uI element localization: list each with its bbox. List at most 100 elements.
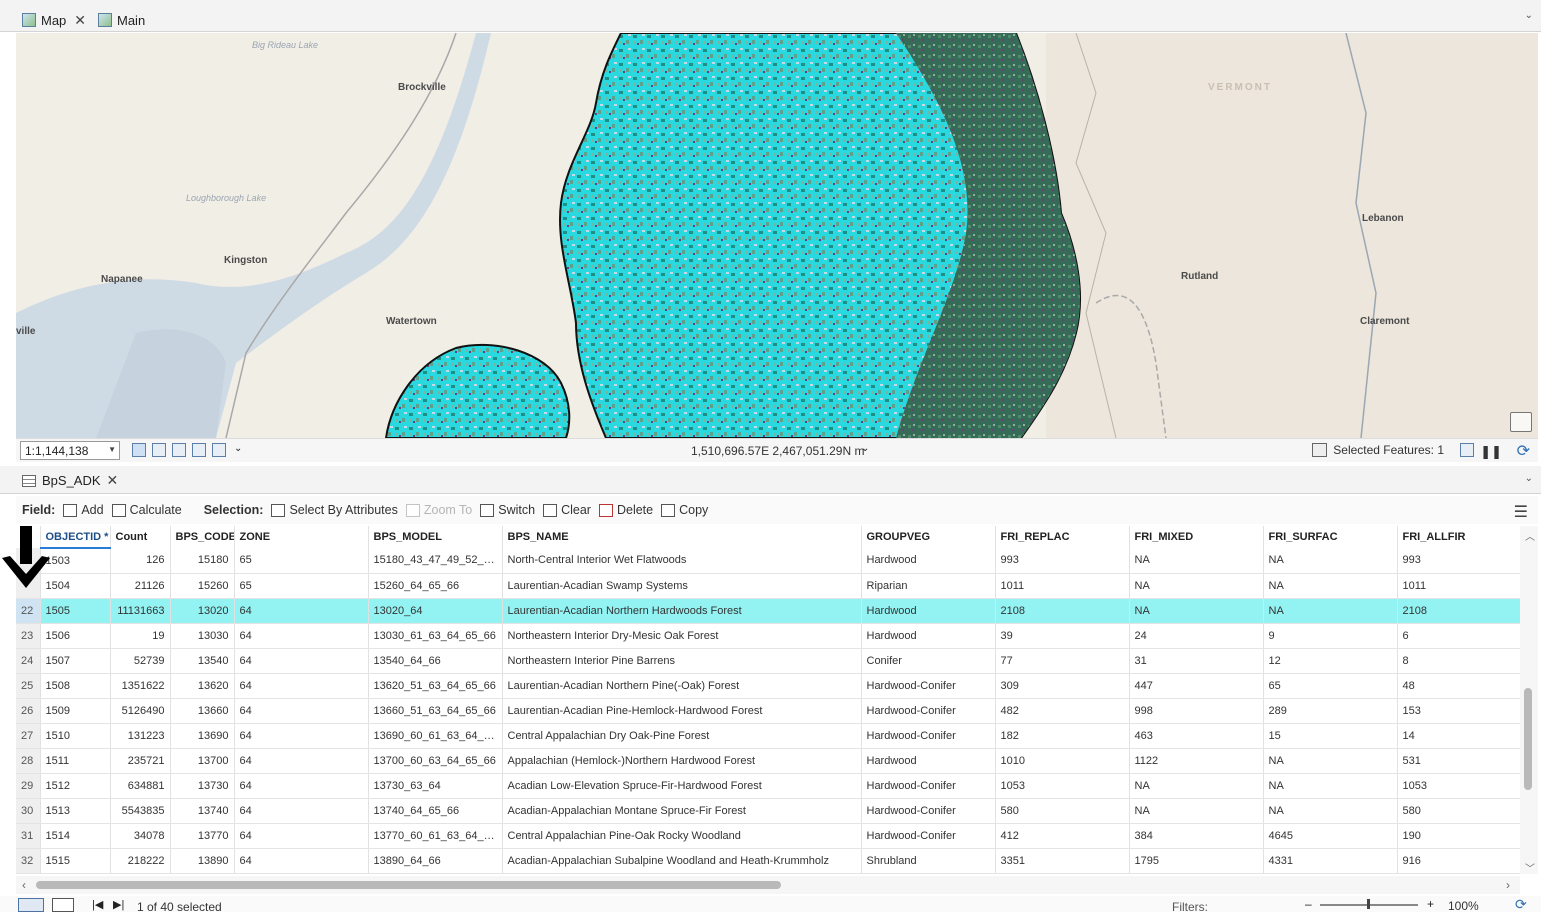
cell-fri-replac[interactable]: 1053 <box>995 773 1130 799</box>
scroll-left-icon[interactable]: ‹ <box>22 878 26 892</box>
cell-fri-allfir[interactable]: 531 <box>1397 748 1520 774</box>
cell-bps-name[interactable]: Laurentian-Acadian Northern Hardwoods Fo… <box>502 598 862 624</box>
cell-fri-allfir[interactable]: 580 <box>1397 798 1520 824</box>
row-number[interactable]: 23 <box>16 623 41 649</box>
show-all-records-icon[interactable] <box>18 898 44 912</box>
snapping-icon[interactable] <box>172 443 186 457</box>
cell-zone[interactable]: 64 <box>234 673 369 699</box>
cell-bps-model[interactable]: 13020_64 <box>368 598 503 624</box>
scroll-right-icon[interactable]: › <box>1506 878 1510 892</box>
horizontal-scroll-thumb[interactable] <box>36 881 781 889</box>
row-number[interactable]: 32 <box>16 848 41 874</box>
cell-groupveg[interactable]: Hardwood <box>861 623 996 649</box>
cell-groupveg[interactable]: Riparian <box>861 573 996 599</box>
cell-fri-surfac[interactable]: NA <box>1263 573 1398 599</box>
cell-zone[interactable]: 64 <box>234 698 369 724</box>
cell-fri-replac[interactable]: 412 <box>995 823 1130 849</box>
horizontal-scrollbar[interactable]: ‹ › <box>16 876 1520 894</box>
cell-objectid[interactable]: 1506 <box>40 623 111 649</box>
chevron-down-icon[interactable]: ⌄ <box>234 443 242 454</box>
cell-bps-code[interactable]: 13890 <box>170 848 235 874</box>
table-row[interactable]: 23 1506 19 13030 64 13030_61_63_64_65_66 North… <box>16 623 1520 649</box>
cell-bps-model[interactable]: 13030_61_63_64_65_66 <box>368 623 503 649</box>
cell-fri-allfir[interactable]: 993 <box>1397 548 1520 574</box>
cell-groupveg[interactable]: Shrubland <box>861 848 996 874</box>
cell-bps-name[interactable]: North-Central Interior Wet Flatwoods <box>502 548 862 574</box>
tab-bps-adk[interactable]: BpS_ADK ✕ <box>22 472 118 489</box>
cell-fri-replac[interactable]: 309 <box>995 673 1130 699</box>
column-header-bps-code[interactable]: BPS_CODE <box>170 526 235 548</box>
table-row[interactable]: 1504 21126 15260 65 15260_64_65_66 Laurentian… <box>16 573 1520 599</box>
cell-fri-mixed[interactable]: 1795 <box>1129 848 1264 874</box>
cell-count[interactable]: 218222 <box>110 848 171 874</box>
table-row[interactable]: 27 1510 131223 13690 64 13690_60_61_63_64_6..… <box>16 723 1520 749</box>
cell-objectid[interactable]: 1514 <box>40 823 111 849</box>
map-view[interactable]: Big Rideau Lake Loughborough Lake Brockv… <box>16 33 1538 438</box>
cell-bps-name[interactable]: Northeastern Interior Pine Barrens <box>502 648 862 674</box>
column-header-zone[interactable]: ZONE <box>234 526 369 548</box>
cell-bps-model[interactable]: 13540_64_66 <box>368 648 503 674</box>
cell-groupveg[interactable]: Hardwood-Conifer <box>861 823 996 849</box>
table-row[interactable]: 22 1505 11131663 13020 64 13020_64 Laurentian-… <box>16 598 1520 624</box>
cell-fri-replac[interactable]: 3351 <box>995 848 1130 874</box>
tab-map[interactable]: Map ✕ <box>22 9 86 31</box>
scale-selector[interactable]: 1:1,144,138 ▼ <box>20 441 120 460</box>
copy-button[interactable]: Copy <box>661 503 708 517</box>
tab-main[interactable]: Main <box>98 9 145 31</box>
cell-zone[interactable]: 64 <box>234 798 369 824</box>
cell-fri-allfir[interactable]: 14 <box>1397 723 1520 749</box>
cell-groupveg[interactable]: Hardwood-Conifer <box>861 698 996 724</box>
column-header-count[interactable]: Count <box>110 526 171 548</box>
cell-fri-surfac[interactable]: NA <box>1263 598 1398 624</box>
cell-fri-surfac[interactable]: 65 <box>1263 673 1398 699</box>
table-icon[interactable] <box>152 443 166 457</box>
scroll-up-icon[interactable]: ︿ <box>1525 528 1535 543</box>
row-number[interactable]: 24 <box>16 648 41 674</box>
cell-groupveg[interactable]: Hardwood-Conifer <box>861 798 996 824</box>
cell-fri-surfac[interactable]: NA <box>1263 773 1398 799</box>
cell-fri-surfac[interactable]: NA <box>1263 748 1398 774</box>
cell-objectid[interactable]: 1515 <box>40 848 111 874</box>
chevron-down-icon[interactable]: ⌄ <box>1525 473 1533 484</box>
delete-button[interactable]: Delete <box>598 503 653 517</box>
cell-fri-replac[interactable]: 1010 <box>995 748 1130 774</box>
zoom-out-icon[interactable]: – <box>1305 897 1312 911</box>
table-row[interactable]: 32 1515 218222 13890 64 13890_64_66 Acadian-Ap… <box>16 848 1520 874</box>
cell-bps-code[interactable]: 15260 <box>170 573 235 599</box>
cell-bps-model[interactable]: 15260_64_65_66 <box>368 573 503 599</box>
cell-bps-model[interactable]: 13690_60_61_63_64_6... <box>368 723 503 749</box>
grid-icon[interactable] <box>132 443 146 457</box>
cell-fri-surfac[interactable]: 15 <box>1263 723 1398 749</box>
north-arrow-icon[interactable] <box>212 443 226 457</box>
constraints-icon[interactable] <box>192 443 206 457</box>
cell-groupveg[interactable]: Hardwood <box>861 598 996 624</box>
cell-fri-surfac[interactable]: 289 <box>1263 698 1398 724</box>
cell-fri-surfac[interactable]: 9 <box>1263 623 1398 649</box>
refresh-icon[interactable]: ⟳ <box>1517 441 1530 461</box>
cell-count[interactable]: 131223 <box>110 723 171 749</box>
cell-zone[interactable]: 64 <box>234 623 369 649</box>
chevron-down-icon[interactable]: ⌄ <box>861 443 869 454</box>
cell-groupveg[interactable]: Hardwood-Conifer <box>861 723 996 749</box>
cell-fri-allfir[interactable]: 190 <box>1397 823 1520 849</box>
close-icon[interactable]: ✕ <box>74 12 86 29</box>
pause-icon[interactable]: ❚❚ <box>1480 444 1502 460</box>
table-row[interactable]: 26 1509 5126490 13660 64 13660_51_63_64_65_66… <box>16 698 1520 724</box>
cell-zone[interactable]: 65 <box>234 548 369 574</box>
cell-zone[interactable]: 64 <box>234 648 369 674</box>
column-header-groupveg[interactable]: GROUPVEG <box>861 526 996 548</box>
cell-fri-replac[interactable]: 2108 <box>995 598 1130 624</box>
scroll-down-icon[interactable]: ﹀ <box>1525 860 1535 875</box>
selected-features[interactable]: Selected Features: 1 <box>1312 443 1444 457</box>
cell-groupveg[interactable]: Hardwood-Conifer <box>861 773 996 799</box>
chevron-down-icon[interactable]: ⌄ <box>1525 10 1533 21</box>
cell-bps-model[interactable]: 13770_60_61_63_64_6... <box>368 823 503 849</box>
cell-count[interactable]: 5126490 <box>110 698 171 724</box>
table-row[interactable]: 29 1512 634881 13730 64 13730_63_64 Acadian Lo… <box>16 773 1520 799</box>
cell-bps-model[interactable]: 13620_51_63_64_65_66 <box>368 673 503 699</box>
refresh-icon[interactable]: ⟳ <box>1515 896 1527 913</box>
cell-count[interactable]: 5543835 <box>110 798 171 824</box>
table-row[interactable]: 24 1507 52739 13540 64 13540_64_66 Northeaster… <box>16 648 1520 674</box>
cell-fri-allfir[interactable]: 6 <box>1397 623 1520 649</box>
cell-count[interactable]: 634881 <box>110 773 171 799</box>
